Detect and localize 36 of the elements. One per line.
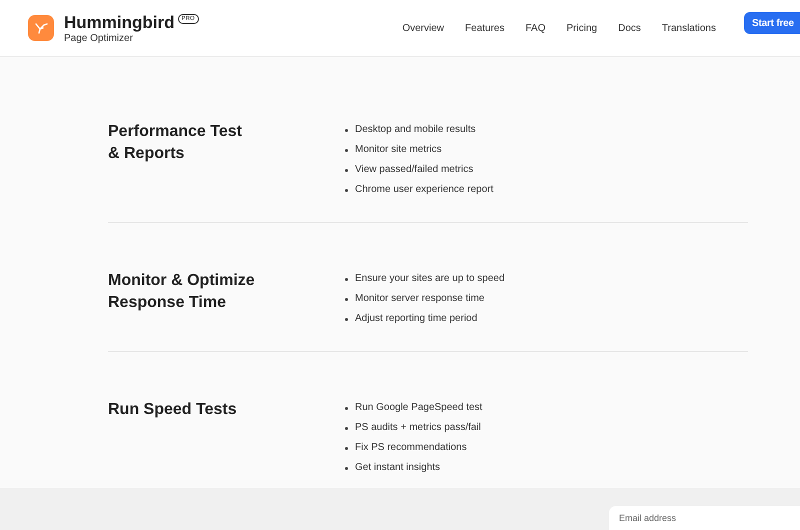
feature-bullet: Monitor server response time xyxy=(355,292,484,306)
feature-bullet: PS audits + metrics pass/fail xyxy=(355,421,481,435)
feature-title: Monitor & Optimize Response Time xyxy=(108,271,256,313)
feature-bullet: Monitor site metrics xyxy=(355,143,442,157)
bullet-icon xyxy=(345,446,348,450)
brand-tagline: Page Optimizer xyxy=(64,32,134,44)
bullet-icon xyxy=(345,298,348,300)
hummingbird-logo-icon xyxy=(28,15,54,41)
brand-name: Hummingbird xyxy=(64,12,174,32)
bullet-icon xyxy=(345,148,348,152)
bullet-icon xyxy=(345,466,348,470)
feature-bullet: Run Google PageSpeed test xyxy=(355,401,482,415)
bullet-icon xyxy=(345,406,348,410)
bullet-icon xyxy=(345,426,348,430)
feature-bullet: Fix PS recommendations xyxy=(355,441,467,455)
feature-bullet: Chrome user experience report xyxy=(355,183,494,197)
nav-link[interactable]: Pricing xyxy=(566,22,598,34)
nav-link[interactable]: Docs xyxy=(618,22,641,34)
feature-bullet: Desktop and mobile results xyxy=(355,123,476,137)
nav-link[interactable]: Features xyxy=(465,22,504,34)
feature-bullet: Get instant insights xyxy=(355,461,440,475)
start-free-button[interactable]: Start free xyxy=(744,12,800,34)
feature-title: Performance Test & Reports xyxy=(108,122,243,164)
feature-title: Run Speed Tests xyxy=(108,400,238,420)
bullet-icon xyxy=(345,128,348,132)
bullet-icon xyxy=(345,168,348,172)
feature-bullet: Ensure your sites are up to speed xyxy=(355,272,505,286)
bullet-icon xyxy=(345,188,348,192)
nav-link[interactable]: Overview xyxy=(402,22,444,34)
nav-link[interactable]: Translations xyxy=(662,22,716,34)
bullet-icon xyxy=(345,318,348,320)
nav-link[interactable]: FAQ xyxy=(526,22,546,34)
feature-bullet: Adjust reporting time period xyxy=(355,312,478,326)
bullet-icon xyxy=(345,278,348,280)
email-field[interactable]: Email address xyxy=(609,506,800,530)
feature-bullet: View passed/failed metrics xyxy=(355,163,474,177)
